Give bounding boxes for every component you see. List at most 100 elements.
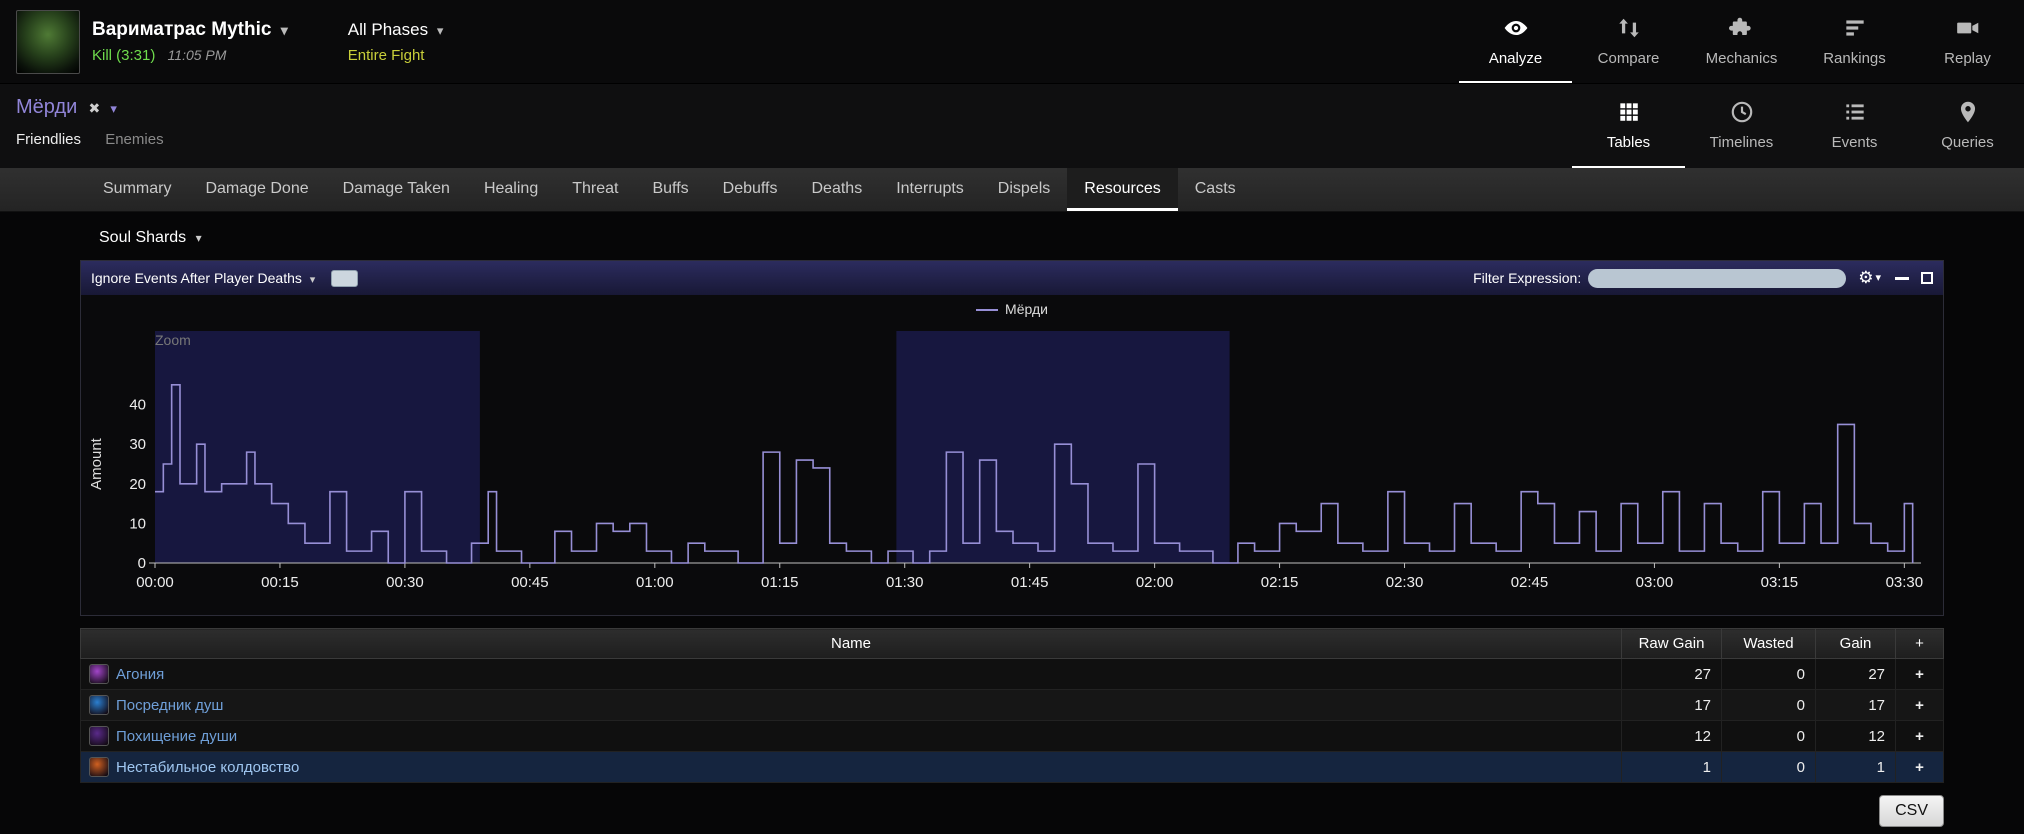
x-tick-label: 00:30 <box>386 574 424 591</box>
fight-selector[interactable]: Вариматрас Mythic ▾ <box>92 19 288 41</box>
tab-damage-taken[interactable]: Damage Taken <box>326 168 467 211</box>
x-tick-label: 00:00 <box>136 574 174 591</box>
column-header-raw-gain[interactable]: Raw Gain <box>1622 629 1722 659</box>
tab-resources[interactable]: Resources <box>1067 168 1177 211</box>
legend-series-name: Мёрди <box>1005 301 1048 317</box>
tab-healing[interactable]: Healing <box>467 168 555 211</box>
y-tick-label: 40 <box>129 397 146 414</box>
view-queries[interactable]: Queries <box>1911 84 2024 168</box>
tab-interrupts[interactable]: Interrupts <box>879 168 981 211</box>
nav-rankings[interactable]: Rankings <box>1798 0 1911 83</box>
tab-dispels[interactable]: Dispels <box>981 168 1067 211</box>
view-events[interactable]: Events <box>1798 84 1911 168</box>
list-icon <box>1842 99 1868 129</box>
nav-label: Tables <box>1607 134 1650 151</box>
raw-gain-value: 27 <box>1622 659 1722 690</box>
resource-step-chart[interactable]: ZoomAmount01020304000:0000:1500:3000:450… <box>81 323 1943 615</box>
wasted-value: 0 <box>1722 659 1816 690</box>
column-header-plus[interactable]: + <box>1896 629 1944 659</box>
nav-label: Replay <box>1944 50 1991 67</box>
nav-mechanics[interactable]: Mechanics <box>1685 0 1798 83</box>
x-tick-label: 02:30 <box>1386 574 1424 591</box>
view-timelines[interactable]: Timelines <box>1685 84 1798 168</box>
x-tick-label: 02:15 <box>1261 574 1299 591</box>
table-row[interactable]: Похищение души 12 0 12 + <box>81 721 1944 752</box>
wasted-value: 0 <box>1722 752 1816 783</box>
phase-selector[interactable]: All Phases ▾ <box>348 20 444 40</box>
player-name: Мёрди <box>16 96 77 118</box>
tab-debuffs[interactable]: Debuffs <box>706 168 795 211</box>
player-selector[interactable]: Мёрди ✖ ▾ <box>16 96 184 119</box>
chart-legend[interactable]: Мёрди <box>81 301 1943 323</box>
resource-dropdown[interactable]: Soul Shards ▾ <box>99 229 202 246</box>
ability-icon <box>89 726 109 746</box>
column-header-name[interactable]: Name <box>81 629 1622 659</box>
chart-settings-button[interactable]: ⚙▾ <box>1858 268 1881 288</box>
ability-icon <box>89 757 109 777</box>
caret-down-icon: ▾ <box>281 22 288 38</box>
ability-link[interactable]: Агония <box>116 666 164 683</box>
tab-buffs[interactable]: Buffs <box>635 168 705 211</box>
minimize-icon[interactable] <box>1895 277 1909 280</box>
resource-table-wrap: Name Raw Gain Wasted Gain + Агония 27 0 … <box>80 628 1944 783</box>
x-tick-label: 03:30 <box>1886 574 1924 591</box>
tab-enemies[interactable]: Enemies <box>105 131 163 148</box>
nav-label: Queries <box>1941 134 1994 151</box>
table-row-highlighted[interactable]: Нестабильное колдовство 1 0 1 + <box>81 752 1944 783</box>
table-row[interactable]: Посредник душ 17 0 17 + <box>81 690 1944 721</box>
table-row[interactable]: Агония 27 0 27 + <box>81 659 1944 690</box>
maximize-icon[interactable] <box>1921 272 1933 284</box>
raw-gain-value: 17 <box>1622 690 1722 721</box>
expand-row-button[interactable]: + <box>1896 721 1944 752</box>
tab-threat[interactable]: Threat <box>555 168 635 211</box>
filter-expression-input[interactable] <box>1588 269 1846 288</box>
tab-deaths[interactable]: Deaths <box>795 168 880 211</box>
legend-toggle-checkbox[interactable] <box>331 270 358 287</box>
caret-down-icon: ▾ <box>196 231 202 245</box>
tab-damage-done[interactable]: Damage Done <box>188 168 325 211</box>
selection-band <box>155 331 480 563</box>
nav-label: Analyze <box>1489 50 1542 67</box>
ignore-deaths-dropdown[interactable]: Ignore Events After Player Deaths ▾ <box>91 270 315 286</box>
nav-replay[interactable]: Replay <box>1911 0 2024 83</box>
caret-down-icon: ▾ <box>437 23 444 38</box>
x-tick-label: 01:30 <box>886 574 924 591</box>
fight-time: 11:05 PM <box>168 47 227 63</box>
expand-row-button[interactable]: + <box>1896 752 1944 783</box>
nav-analyze[interactable]: Analyze <box>1459 0 1572 83</box>
gear-icon: ⚙ <box>1858 268 1873 287</box>
expand-row-button[interactable]: + <box>1896 659 1944 690</box>
caret-down-icon: ▾ <box>1875 272 1881 284</box>
x-tick-label: 02:00 <box>1136 574 1174 591</box>
replay-icon <box>1955 15 1981 45</box>
nav-compare[interactable]: Compare <box>1572 0 1685 83</box>
view-tables[interactable]: Tables <box>1572 84 1685 168</box>
boss-portrait-icon[interactable] <box>16 10 80 74</box>
tab-friendlies[interactable]: Friendlies <box>16 131 81 148</box>
tab-summary[interactable]: Summary <box>86 168 188 211</box>
compare-icon <box>1616 15 1642 45</box>
x-tick-label: 00:45 <box>511 574 549 591</box>
ability-link[interactable]: Посредник душ <box>116 697 223 714</box>
column-header-gain[interactable]: Gain <box>1816 629 1896 659</box>
y-tick-label: 0 <box>138 555 146 572</box>
tab-casts[interactable]: Casts <box>1178 168 1253 211</box>
rankings-icon <box>1842 15 1868 45</box>
column-header-wasted[interactable]: Wasted <box>1722 629 1816 659</box>
expand-row-button[interactable]: + <box>1896 690 1944 721</box>
close-icon[interactable]: ✖ <box>88 100 100 116</box>
caret-down-icon: ▾ <box>310 274 316 286</box>
view-nav: Tables Timelines Events Queries <box>1572 84 2024 168</box>
main-nav: Analyze Compare Mechanics Rankings Repla… <box>1459 0 2024 83</box>
nav-label: Timelines <box>1710 134 1774 151</box>
csv-export-button[interactable]: CSV <box>1879 795 1944 827</box>
x-tick-label: 01:00 <box>636 574 674 591</box>
zoom-label: Zoom <box>155 332 191 348</box>
pin-icon <box>1955 99 1981 129</box>
ability-link[interactable]: Похищение души <box>116 728 237 745</box>
ability-link[interactable]: Нестабильное колдовство <box>116 759 299 776</box>
resource-label: Soul Shards <box>99 229 186 246</box>
gain-value: 27 <box>1816 659 1896 690</box>
y-axis-label: Amount <box>88 437 105 490</box>
phase-subtitle: Entire Fight <box>348 47 444 64</box>
